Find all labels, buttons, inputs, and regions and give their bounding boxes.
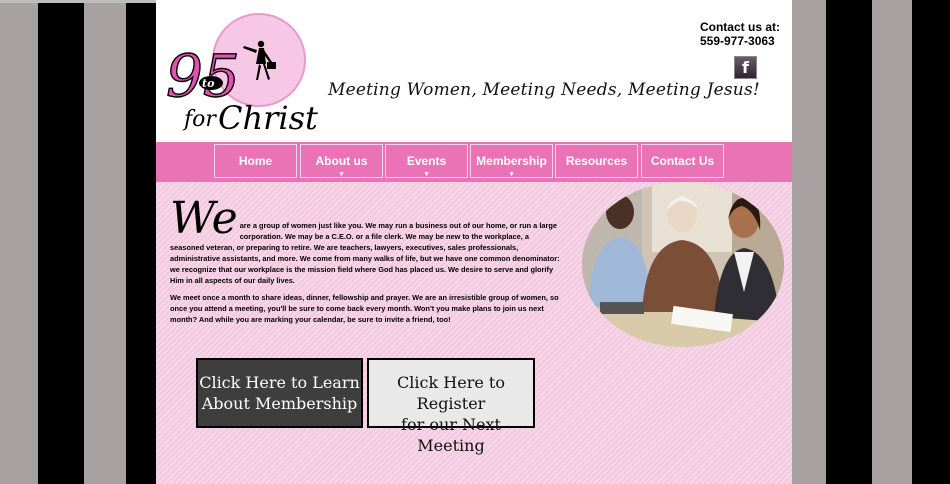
learn-membership-button[interactable]: Click Here to Learn About Membership	[196, 358, 363, 428]
contact-phone[interactable]: 559-977-3063	[700, 34, 780, 48]
chevron-down-icon: ▾	[424, 171, 429, 178]
cta-line-1: Click Here to Learn	[199, 373, 360, 392]
nav-about-us[interactable]: About us ▾	[300, 144, 383, 178]
nav-contact-us[interactable]: Contact Us	[641, 144, 724, 178]
intro-paragraph-2: We meet once a month to share ideas, din…	[170, 293, 559, 324]
site-logo[interactable]: 95 to for Christ	[164, 8, 326, 134]
nav-label: About us	[315, 154, 368, 168]
nav-label: Resources	[565, 154, 628, 168]
logo-christ-word: Christ	[218, 99, 318, 134]
chevron-down-icon: ▾	[339, 171, 344, 178]
main-content: We are a group of women just like you. W…	[156, 182, 792, 484]
cta-line-2: for our Next Meeting	[401, 415, 501, 455]
background-stripes-right	[792, 0, 950, 484]
facebook-icon[interactable]: f	[734, 56, 757, 79]
cta-line-2: About Membership	[201, 394, 358, 413]
contact-label: Contact us at:	[699, 20, 780, 34]
nav-label: Membership	[476, 154, 547, 168]
site-header: 95 to for Christ Meeting Women, Meeting …	[156, 0, 792, 142]
main-nav: Home About us ▾ Events ▾ Membership ▾ Re…	[156, 142, 792, 182]
register-meeting-button[interactable]: Click Here to Register for our Next Meet…	[367, 358, 535, 455]
cta-line-1: Click Here to Register	[397, 373, 505, 413]
page-container: 95 to for Christ Meeting Women, Meeting …	[156, 0, 792, 484]
chevron-down-icon: ▾	[509, 171, 514, 178]
nav-label: Events	[406, 154, 447, 168]
intro-text: We are a group of women just like you. W…	[170, 193, 564, 325]
nav-home[interactable]: Home	[214, 144, 297, 178]
nav-resources[interactable]: Resources	[555, 144, 638, 178]
logo-for-word: for	[182, 107, 217, 132]
nav-label: Contact Us	[650, 154, 715, 168]
nav-label: Home	[238, 154, 273, 168]
nav-membership[interactable]: Membership ▾	[470, 144, 553, 178]
drop-cap-we: We	[170, 193, 238, 244]
logo-to-word: to	[202, 77, 214, 90]
site-tagline: Meeting Women, Meeting Needs, Meeting Je…	[328, 80, 760, 100]
contact-info: Contact us at: 559-977-3063	[700, 20, 780, 48]
nav-events[interactable]: Events ▾	[385, 144, 468, 178]
women-group-photo	[582, 182, 784, 347]
